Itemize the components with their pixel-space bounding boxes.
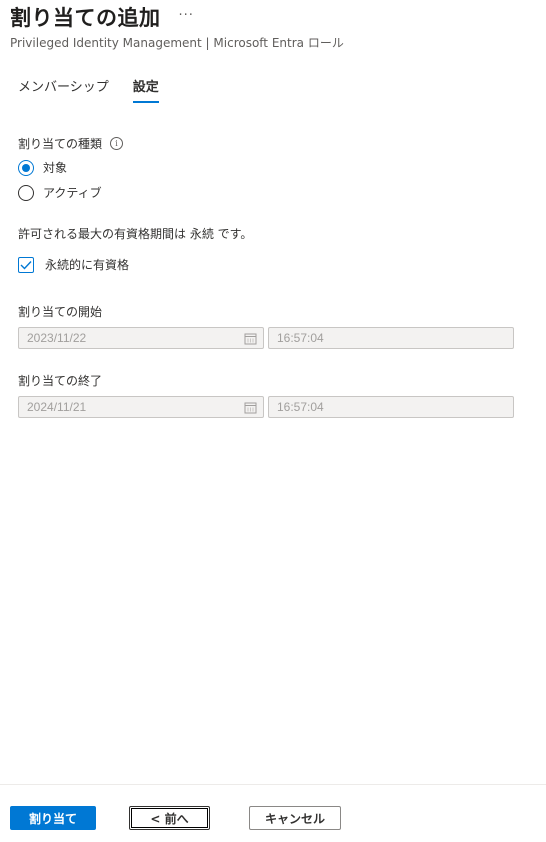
page-header: 割り当ての追加 ··· Privileged Identity Manageme… — [10, 0, 540, 51]
radio-option-eligible[interactable]: 対象 — [18, 155, 123, 180]
start-section: 割り当ての開始 2023/11/22 16:57:04 — [18, 303, 514, 349]
start-fields: 2023/11/22 16:57:04 — [18, 327, 514, 349]
radio-button-active[interactable] — [18, 184, 34, 201]
cancel-button[interactable]: キャンセル — [249, 806, 341, 830]
end-label: 割り当ての終了 — [18, 374, 103, 388]
end-date-value: 2024/11/21 — [27, 400, 87, 414]
end-section: 割り当ての終了 2024/11/21 16:57:04 — [18, 372, 514, 418]
title-row: 割り当ての追加 ··· — [10, 0, 540, 34]
radio-option-active[interactable]: アクティブ — [18, 180, 123, 205]
assign-button[interactable]: 割り当て — [10, 806, 96, 830]
calendar-icon[interactable] — [244, 401, 257, 414]
info-icon[interactable]: i — [110, 137, 124, 150]
footer-divider — [0, 784, 546, 785]
start-time-field[interactable]: 16:57:04 — [268, 327, 514, 349]
end-fields: 2024/11/21 16:57:04 — [18, 396, 514, 418]
start-label: 割り当ての開始 — [18, 305, 103, 319]
page-title: 割り当ての追加 — [10, 6, 161, 30]
permanent-eligible-label: 永続的に有資格 — [45, 258, 130, 272]
previous-button[interactable]: < 前へ — [129, 806, 210, 830]
tab-bar: メンバーシップ 設定 — [18, 76, 183, 103]
radio-label-eligible: 対象 — [43, 161, 68, 175]
permanent-eligible-checkbox[interactable] — [18, 256, 34, 273]
assignment-type-label: 割り当ての種類 — [18, 137, 103, 151]
eligibility-section: 許可される最大の有資格期間は 永続 です。 永続的に有資格 — [18, 225, 252, 273]
end-time-field[interactable]: 16:57:04 — [268, 396, 514, 418]
start-time-value: 16:57:04 — [277, 331, 324, 345]
assignment-type-section: 割り当ての種類 i 対象 アクティブ — [18, 135, 124, 205]
end-date-field[interactable]: 2024/11/21 — [18, 396, 264, 418]
end-time-value: 16:57:04 — [277, 400, 324, 414]
more-options-button[interactable]: ··· — [179, 8, 194, 23]
calendar-icon[interactable] — [244, 332, 257, 345]
permanent-eligible-option[interactable]: 永続的に有資格 — [18, 256, 252, 273]
start-date-value: 2023/11/22 — [27, 331, 87, 345]
start-date-field[interactable]: 2023/11/22 — [18, 327, 264, 349]
radio-button-eligible[interactable] — [18, 159, 34, 176]
max-eligibility-info: 許可される最大の有資格期間は 永続 です。 — [18, 227, 253, 241]
assignment-type-label-row: 割り当ての種類 i — [18, 135, 124, 152]
tab-membership[interactable]: メンバーシップ — [18, 76, 109, 103]
page-subtitle: Privileged Identity Management | Microso… — [10, 36, 344, 50]
radio-label-active: アクティブ — [43, 186, 102, 200]
tab-settings[interactable]: 設定 — [132, 76, 159, 103]
checkmark-icon — [20, 260, 32, 270]
